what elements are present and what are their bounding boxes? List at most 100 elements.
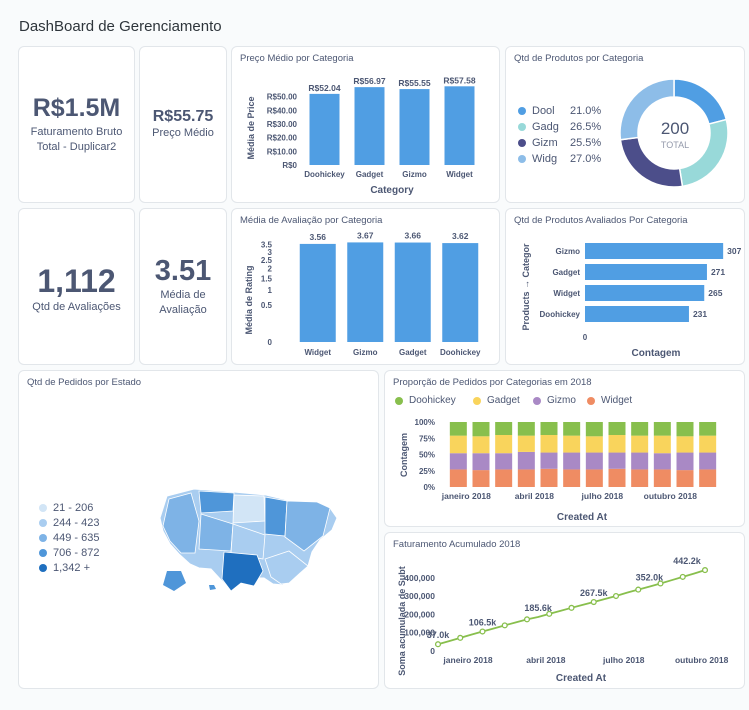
bar [399,89,430,165]
kpi-card-revenue[interactable]: R$1.5M Faturamento Bruto Total - Duplica… [18,46,135,203]
y-tick-label: 200,000 [404,609,435,619]
stacked-bar-segment [585,452,603,470]
x-axis-label: Category [370,185,414,196]
bar [354,87,385,165]
stacked-bar-segment [699,422,717,436]
x-tick-label: Gizmo [353,348,378,357]
x-tick-label: Doohickey [304,170,345,179]
us-choropleth-map[interactable] [19,371,379,689]
x-tick-label: Gizmo [402,170,427,179]
donut-total-label: TOTAL [660,140,690,150]
data-point [612,592,620,600]
kpi-card-reviews[interactable]: 1,112 Qtd de Avaliações [18,208,135,365]
y-tick-label: 300,000 [404,591,435,601]
y-tick-label: R$0 [282,161,297,170]
stacked-bar-segment [517,451,535,470]
orders-by-state-card[interactable]: Qtd de Pedidos por Estado 21 - 206 244 - … [18,370,379,689]
orders-proportion-card[interactable]: Proporção de Pedidos por Categorias em 2… [384,370,745,527]
orders-proportion-stacked-chart: 0% 25% 50% 75% 100% janeiro 2018 abril 2018 jul… [399,418,717,523]
data-label: R$55.55 [398,78,430,88]
products-per-category-card[interactable]: Qtd de Produtos por Categoria Dool 21.0% G… [505,46,745,203]
products-donut-chart [619,78,729,188]
y-tick-label: 400,000 [404,573,435,583]
y-tick-label: 0.5 [261,301,273,310]
y-axis-label: Soma acumulada de Subt [397,566,407,676]
bar [585,285,705,301]
y-axis-label: Products → Categor [521,243,531,331]
stacked-bar-segment [449,453,467,470]
y-axis-label: Média de Rating [244,265,254,334]
x-tick-label: outubro 2018 [675,655,729,665]
stacked-bar-segment [495,469,513,487]
x-tick-label: Widget [304,348,331,357]
stacked-bar-segment [495,453,513,470]
data-label: 106.5k [469,618,498,628]
us-state-midwest [264,496,288,537]
bar [309,93,340,165]
stacked-bar-segment [585,422,603,437]
stacked-bar-segment [540,468,558,487]
stacked-bar-segment [631,422,649,436]
rating-by-category-card[interactable]: Média de Avaliação por Categoria 0 0.5 1 1.… [231,208,500,365]
data-point [701,567,709,574]
data-label: 307 [727,246,741,256]
stacked-bar-segment [653,453,671,470]
bar [394,242,431,342]
bar [347,242,384,342]
stacked-bar-segment [699,469,717,487]
data-label: 271 [711,267,725,277]
y-tick-label: R$40.00 [267,106,298,115]
data-point [457,634,464,641]
x-tick-label: Gadget [356,170,384,179]
stacked-bar-segment [676,436,694,453]
bar [444,86,475,165]
kpi-revenue-label: Faturamento Bruto Total - Duplicar2 [30,126,123,153]
y-tick-label: R$50.00 [267,93,298,102]
cumulative-revenue-card[interactable]: Faturamento Acumulado 2018 0 100,000 200,0… [384,532,745,689]
kpi-avg-price-value: R$55.75 [152,108,214,125]
bar [585,243,724,259]
data-point [679,573,686,580]
data-point [635,586,642,593]
stacked-bar-segment [495,422,513,435]
stacked-bar-segment [585,469,603,487]
y-tick-label: 2.5 [261,256,273,265]
stacked-bar-segment [608,468,626,487]
data-point [590,599,597,606]
y-tick-label: R$20.00 [267,134,298,143]
stacked-bar-segment [653,469,671,487]
kpi-avg-price-label: Preço Médio [152,127,214,139]
data-point [501,622,508,629]
stacked-bar-segment [449,469,467,487]
rated-products-card[interactable]: Qtd de Produtos Avaliados Por Categoria … [505,208,745,365]
data-label: 3.66 [404,231,421,241]
kpi-reviews-label: Qtd de Avaliações [32,300,121,313]
data-label: 3.67 [357,230,374,240]
stacked-bar-segment [563,469,581,487]
kpi-card-avg-rating[interactable]: 3.51 Média de Avaliação [139,208,227,365]
stacked-bar-segment [517,422,535,436]
data-label: R$52.04 [308,83,340,93]
price-by-category-card[interactable]: Preço Médio por Categoria R$0 R$10.00 R$20… [231,46,500,203]
x-tick-label: janeiro 2018 [441,491,491,501]
stacked-bar-segment [676,470,694,487]
stacked-bar-segment [472,422,490,437]
stacked-bar-segment [563,452,581,470]
x-axis-label: Contagem [632,348,681,359]
stacked-bar-segment [540,435,558,453]
bar [585,264,707,280]
y-tick-label: 0 [268,338,273,347]
x-tick-label: abril 2018 [515,491,554,501]
data-label: 185.6k [524,603,553,613]
kpi-card-avg-price[interactable]: R$55.75 Preço Médio [139,46,227,203]
kpi-avg-rating-label: Média de Avaliação [159,289,207,316]
y-tick-label: 100% [415,418,435,427]
data-point [434,641,442,648]
x-tick-label: Doohickey [440,348,481,357]
data-label: 37.0k [427,630,451,640]
y-tick-label: Doohickey [540,310,581,319]
data-label: 267.5k [580,588,609,598]
stacked-bar-segment [608,452,626,469]
stacked-bar-segment [676,422,694,437]
us-state-texas [221,551,264,592]
